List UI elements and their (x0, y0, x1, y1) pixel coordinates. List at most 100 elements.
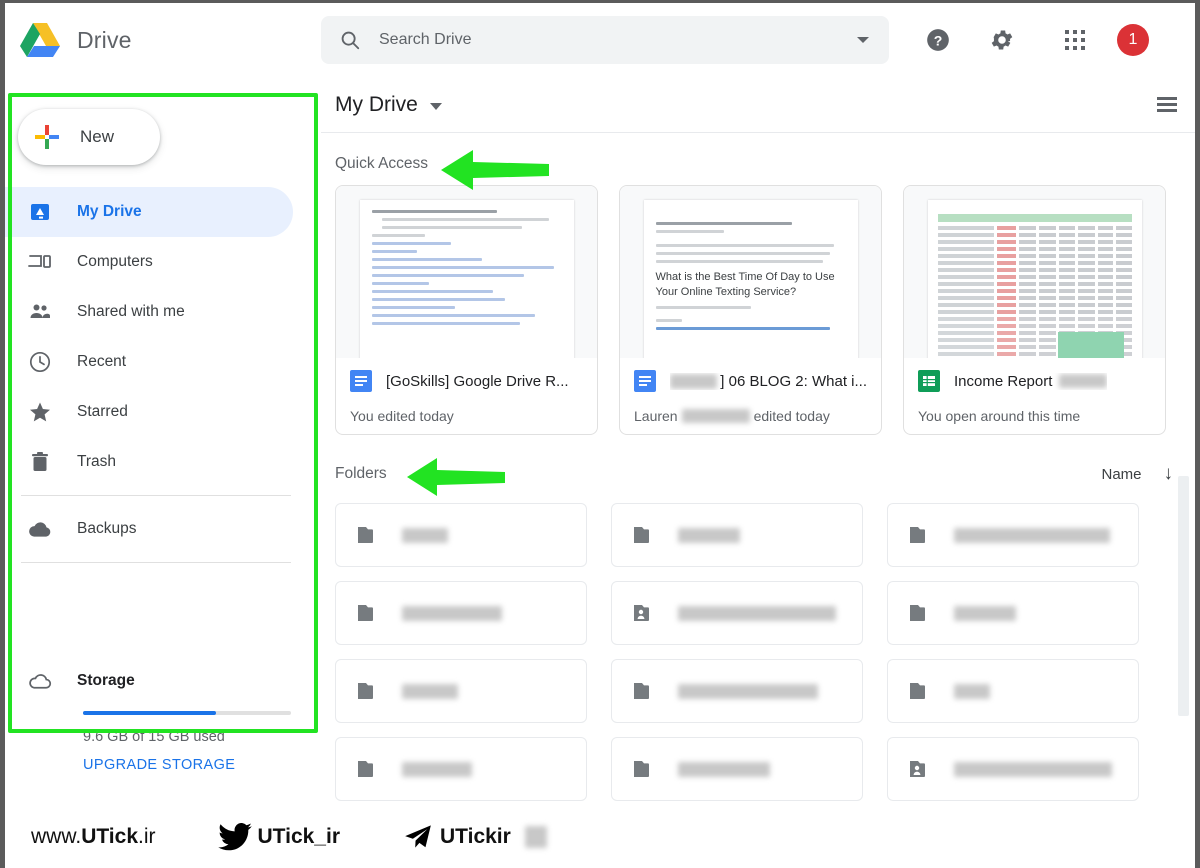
card-thumbnail: What is the Best Time Of Day to Use Your… (620, 186, 881, 358)
sidebar-item-computers[interactable]: Computers (5, 237, 293, 287)
quick-access-card[interactable]: [GoSkills] Google Drive R... You edited … (335, 185, 598, 435)
storage-progress-fill (83, 711, 217, 715)
folder-icon (908, 600, 934, 626)
sidebar-item-recent[interactable]: Recent (5, 337, 293, 387)
clock-icon (27, 349, 53, 375)
search-bar[interactable] (321, 16, 889, 64)
folder-item[interactable] (611, 581, 863, 645)
app-header: Drive ? (5, 3, 1195, 77)
redacted-text (954, 683, 990, 699)
card-title: ] 06 BLOG 2: What i... (670, 373, 867, 390)
folder-item[interactable] (335, 581, 587, 645)
computers-icon (27, 249, 53, 275)
help-icon[interactable]: ? (915, 17, 961, 63)
thumbnail-sheet-row (937, 261, 1132, 265)
folder-item[interactable] (611, 659, 863, 723)
storage-header[interactable]: Storage (5, 657, 321, 705)
folder-item[interactable] (335, 737, 587, 801)
brand: Drive (5, 21, 315, 59)
cloud-outline-icon (27, 668, 53, 694)
sort-control[interactable]: Name ↓ (1101, 463, 1173, 485)
quick-access-card[interactable]: What is the Best Time Of Day to Use Your… (619, 185, 882, 435)
redacted-text (524, 826, 547, 848)
redacted-text (954, 605, 1016, 621)
thumbnail-sheet-row (937, 226, 1132, 230)
folder-item[interactable] (611, 737, 863, 801)
green-arrow-left-icon (405, 455, 507, 504)
card-subtitle-text: edited today (753, 408, 830, 424)
redacted-text (402, 761, 472, 777)
twitter-bird-icon (217, 823, 252, 851)
folder-item[interactable] (887, 581, 1139, 645)
redacted-text (954, 527, 1110, 543)
sort-label[interactable]: Name (1101, 466, 1141, 483)
thumbnail-sheet-row (937, 289, 1132, 293)
sidebar-item-starred[interactable]: Starred (5, 387, 293, 437)
sidebar-item-label: Computers (77, 253, 153, 270)
folder-item[interactable] (887, 737, 1139, 801)
watermark-bar: www. UTick .ir UTick_ir UTickir (5, 806, 1195, 868)
vertical-scrollbar[interactable] (1178, 476, 1189, 716)
folder-item[interactable] (887, 503, 1139, 567)
card-title-text: ] 06 BLOG 2: What i... (720, 372, 867, 390)
folder-icon (356, 600, 382, 626)
quick-access-card[interactable]: Income Report You open around this time (903, 185, 1166, 435)
chevron-down-icon[interactable] (837, 16, 889, 64)
folder-name (678, 683, 818, 699)
sidebar-item-shared-with-me[interactable]: Shared with me (5, 287, 293, 337)
folder-name (402, 683, 458, 699)
thumbnail-sheet-row (937, 324, 1132, 328)
gear-icon[interactable] (979, 17, 1025, 63)
folder-item[interactable] (887, 659, 1139, 723)
account-notification-badge[interactable]: 1 (1117, 24, 1149, 56)
search-input[interactable] (379, 31, 837, 49)
sidebar-item-trash[interactable]: Trash (5, 437, 293, 487)
thumbnail-sheet-row (937, 275, 1132, 279)
google-sheets-icon (918, 370, 940, 392)
sidebar-item-label: Recent (77, 353, 127, 370)
list-view-icon[interactable] (1157, 97, 1177, 112)
redacted-text (402, 527, 448, 543)
watermark-site-prefix: www. (31, 825, 82, 848)
upgrade-storage-link[interactable]: UPGRADE STORAGE (83, 757, 235, 773)
sidebar-nav: My Drive Computers Shared with me Recent… (5, 187, 321, 571)
folder-item[interactable] (335, 659, 587, 723)
header-actions: ? 1 (915, 17, 1149, 63)
my-drive-icon (27, 199, 53, 225)
folder-icon (356, 678, 382, 704)
chevron-down-icon[interactable] (429, 103, 442, 110)
star-icon (27, 399, 53, 425)
sidebar: New My Drive Computers Shared with me Re… (5, 77, 321, 868)
folder-name (954, 683, 990, 699)
folder-item[interactable] (335, 503, 587, 567)
watermark-telegram: UTickir (402, 823, 547, 851)
plus-icon (34, 124, 60, 150)
apps-grid-icon[interactable] (1065, 30, 1085, 50)
thumbnail-sheet-row (937, 317, 1132, 321)
folder-icon (632, 522, 658, 548)
folder-icon (632, 678, 658, 704)
arrow-down-icon[interactable]: ↓ (1164, 463, 1174, 485)
card-title: Income Report (954, 373, 1108, 390)
cloud-filled-icon (27, 516, 53, 542)
watermark-twitter: UTick_ir (217, 823, 340, 851)
sidebar-item-my-drive[interactable]: My Drive (5, 187, 293, 237)
thumbnail-sheet-row (937, 268, 1132, 272)
folder-icon (908, 678, 934, 704)
thumbnail-heading: What is the Best Time Of Day to Use Your… (655, 271, 835, 298)
redacted-text (402, 683, 458, 699)
thumbnail-sheet-row (937, 310, 1132, 314)
folders-header: Folders Name ↓ (321, 435, 1195, 497)
main-toolbar: My Drive (321, 77, 1195, 133)
redacted-text (678, 527, 740, 543)
thumbnail-sheet-row (937, 282, 1132, 286)
telegram-plane-icon (402, 823, 434, 851)
card-meta: [GoSkills] Google Drive R... You edited … (336, 358, 597, 434)
storage-title: Storage (77, 672, 135, 689)
google-docs-icon (634, 370, 656, 392)
new-button[interactable]: New (18, 109, 160, 165)
breadcrumb[interactable]: My Drive (335, 93, 442, 117)
folder-item[interactable] (611, 503, 863, 567)
google-docs-icon (350, 370, 372, 392)
sidebar-item-backups[interactable]: Backups (5, 504, 293, 554)
